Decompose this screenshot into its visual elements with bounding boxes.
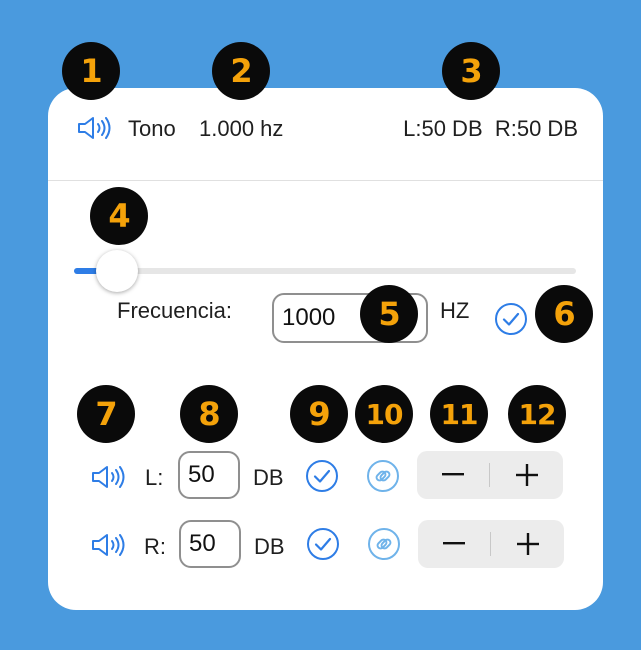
slider-thumb[interactable] [96, 250, 138, 292]
badge-9: 9 [290, 385, 348, 443]
left-link-icon[interactable] [366, 459, 400, 493]
header-divider [48, 180, 603, 181]
badge-12: 12 [508, 385, 566, 443]
frequency-label: Frecuencia: [117, 298, 232, 323]
right-channel-label: R: [144, 534, 166, 559]
frequency-readout: 1.000 hz [199, 116, 284, 141]
right-speaker-icon[interactable] [90, 531, 126, 559]
left-increment-button[interactable] [491, 451, 563, 499]
badge-4: 4 [90, 187, 148, 245]
left-stepper [417, 451, 563, 499]
speaker-icon[interactable] [76, 114, 112, 142]
right-link-icon[interactable] [367, 527, 401, 561]
left-speaker-icon[interactable] [90, 463, 126, 491]
badge-3: 3 [442, 42, 500, 100]
badge-11: 11 [430, 385, 488, 443]
right-decrement-button[interactable] [418, 520, 490, 568]
stepper-separator [489, 463, 490, 487]
stepper-separator [490, 532, 491, 556]
badge-8: 8 [180, 385, 238, 443]
tone-card: Tono 1.000 hz L:50 DB R:50 DB Frecuencia… [48, 88, 603, 610]
levels-readout: L:50 DB R:50 DB [403, 116, 578, 141]
right-increment-button[interactable] [492, 520, 564, 568]
badge-1: 1 [62, 42, 120, 100]
tone-label: Tono [128, 116, 176, 141]
right-db-unit: DB [254, 534, 285, 559]
badge-5: 5 [360, 285, 418, 343]
badge-6: 6 [535, 285, 593, 343]
badge-7: 7 [77, 385, 135, 443]
left-channel-label: L: [145, 465, 164, 490]
left-db-input[interactable]: 50 [178, 451, 240, 499]
right-db-input[interactable]: 50 [179, 520, 241, 568]
left-decrement-button[interactable] [417, 451, 489, 499]
right-confirm-icon[interactable] [306, 527, 340, 561]
left-db-unit: DB [253, 465, 284, 490]
left-confirm-icon[interactable] [305, 459, 339, 493]
confirm-frequency-icon[interactable] [494, 302, 528, 336]
badge-10: 10 [355, 385, 413, 443]
frequency-unit: HZ [440, 298, 470, 323]
frequency-slider[interactable] [74, 268, 576, 274]
badge-2: 2 [212, 42, 270, 100]
right-stepper [418, 520, 564, 568]
